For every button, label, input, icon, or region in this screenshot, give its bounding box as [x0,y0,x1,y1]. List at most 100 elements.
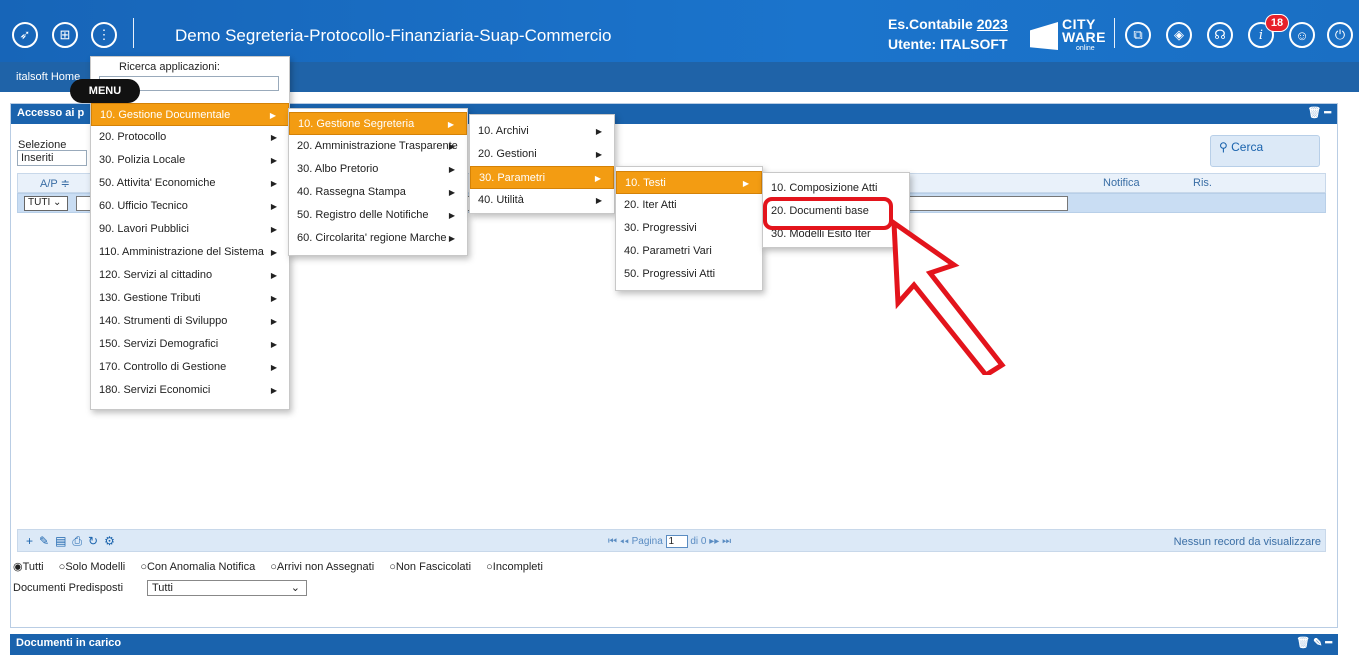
layers-icon[interactable]: ◈ [1166,22,1192,48]
menu-item-strumenti-sviluppo[interactable]: 140. Strumenti di Sviluppo ▶ [91,310,289,333]
menu-label: 10. Composizione Atti [771,182,878,194]
radio-non-fascicolati[interactable]: ○Non Fascicolati [389,561,477,573]
menu-label: 20. Amministrazione Trasparente [297,140,458,152]
submenu-parametri: 10. Testi ▶ 20. Iter Atti 30. Progressivi… [615,166,763,291]
menu-label: 30. Albo Pretorio [297,163,379,175]
print-icon[interactable]: ⎙ [72,534,88,548]
last-page-icon[interactable]: ⏭ [722,536,731,547]
caret-right-icon: ▶ [595,196,602,205]
next-page-icon[interactable]: ▸▸ [709,536,719,547]
grid-footer: +✎▤⎙↻⚙ ⏮ ◂◂ Pagina 1 di 0 ▸▸ ⏭ Nessun re… [17,529,1326,552]
menu-item-progressivi[interactable]: 30. Progressivi [616,217,762,240]
apps-grid-icon[interactable]: ⊞ [52,22,78,48]
caret-right-icon: ▶ [270,294,277,303]
add-icon[interactable]: + [26,534,39,548]
caret-right-icon: ▶ [447,120,454,129]
menu-tooltip: MENU [70,79,140,103]
menu-label: 50. Progressivi Atti [624,268,716,280]
menu-label: 60. Ufficio Tecnico [99,200,188,212]
annotation-arrow-icon [891,218,1006,375]
prev-page-icon[interactable]: ◂◂ [620,536,629,547]
caret-right-icon: ▶ [270,225,277,234]
rocket-icon[interactable]: ➶ [12,22,38,48]
radio-solo-modelli[interactable]: ○Solo Modelli [59,561,132,573]
menu-item-amministrazione-sistema[interactable]: 110. Amministrazione del Sistema ▶ [91,241,289,264]
user-icon[interactable]: ☺ [1289,22,1315,48]
menu-item-progressivi-atti[interactable]: 50. Progressivi Atti [616,263,762,286]
menu-item-testi[interactable]: 10. Testi ▶ [616,171,762,194]
menu-label: 150. Servizi Demografici [99,338,219,350]
menu-item-protocollo[interactable]: 20. Protocollo ▶ [91,126,289,149]
menu-item-utilita[interactable]: 40. Utilità ▶ [470,189,614,212]
panel-title-text: Accesso ai p [17,107,85,119]
selezione-field[interactable]: Inseriti [17,150,87,166]
windows-icon[interactable]: ⧉ [1125,22,1151,48]
menu-item-controllo-gestione[interactable]: 170. Controllo di Gestione ▶ [91,356,289,379]
menu-item-gestione-documentale[interactable]: 10. Gestione Documentale ▶ [91,103,289,126]
menu-item-servizi-cittadino[interactable]: 120. Servizi al cittadino ▶ [91,264,289,287]
logo-flag-icon [1030,22,1058,50]
menu-item-registro-notifiche[interactable]: 50. Registro delle Notifiche ▶ [289,204,467,227]
menu-item-attivita-economiche[interactable]: 50. Attivita' Economiche ▶ [91,172,289,195]
caret-right-icon: ▶ [448,188,455,197]
radio-label: Con Anomalia Notifica [146,561,256,573]
panel-tools[interactable]: 🗑 ━ [1307,106,1331,119]
exercise-year[interactable]: 2023 [977,16,1008,32]
menu-item-amministrazione-trasparente[interactable]: 20. Amministrazione Trasparente ▶ [289,135,467,158]
menu-item-iter-atti[interactable]: 20. Iter Atti [616,194,762,217]
menu-item-lavori-pubblici[interactable]: 90. Lavori Pubblici ▶ [91,218,289,241]
search-icon: ⚲ [1219,140,1228,154]
headset-icon[interactable]: ☊ [1207,22,1233,48]
menu-label: 20. Protocollo [99,131,167,143]
exercise-info[interactable]: Es.Contabile 2023 Utente: ITALSOFT [888,14,1008,54]
radio-arrivi[interactable]: ○Arrivi non Assegnati [270,561,380,573]
caret-right-icon: ▶ [270,363,277,372]
menu-label: 30. Progressivi [624,222,697,234]
more-vertical-icon[interactable]: ⋮ [91,22,117,48]
edit-icon[interactable]: ✎ [39,534,55,548]
panel2-tools[interactable]: 🗑 ✎ ━ [1296,636,1332,649]
menu-item-gestione-segreteria[interactable]: 10. Gestione Segreteria ▶ [289,112,467,135]
menu-item-polizia-locale[interactable]: 30. Polizia Locale ▶ [91,149,289,172]
submenu-gestione-documentale: 10. Gestione Segreteria ▶ 20. Amministraz… [288,108,468,256]
refresh-icon[interactable]: ↻ [88,534,104,548]
panel2-title: Documenti in carico 🗑 ✎ ━ [10,634,1338,654]
menu-label: 140. Strumenti di Sviluppo [99,315,228,327]
col-ris[interactable]: Ris. [1193,177,1212,189]
menu-label: 10. Gestione Segreteria [298,118,415,130]
radio-incompleti[interactable]: ○Incompleti [486,561,549,573]
export-icon[interactable]: ▤ [55,534,72,548]
col-ap[interactable]: A/P ≑ [40,177,70,190]
menu-item-rassegna-stampa[interactable]: 40. Rassegna Stampa ▶ [289,181,467,204]
ap-filter-select[interactable]: TUTI ⌄ [24,196,68,211]
grid-toolbar[interactable]: +✎▤⎙↻⚙ [26,534,121,549]
col-notifica[interactable]: Notifica [1103,177,1140,189]
menu-item-gestioni[interactable]: 20. Gestioni ▶ [470,143,614,166]
first-page-icon[interactable]: ⏮ [608,536,617,547]
menu-label: 120. Servizi al cittadino [99,269,213,281]
power-icon[interactable]: ⏻ [1327,22,1353,48]
radio-label: Arrivi non Assegnati [276,561,375,573]
home-link[interactable]: italsoft Home [16,71,80,83]
cityware-logo: CITY WARE online [1030,16,1110,52]
menu-item-gestione-tributi[interactable]: 130. Gestione Tributi ▶ [91,287,289,310]
caret-right-icon: ▶ [270,179,277,188]
search-button[interactable]: ⚲ Cerca [1219,140,1263,154]
menu-item-archivi[interactable]: 10. Archivi ▶ [470,120,614,143]
menu-item-circolarita[interactable]: 60. Circolarita' regione Marche ▶ [289,227,467,250]
doc-predisposti-select[interactable]: Tutti ⌄ [147,580,307,596]
menu-item-servizi-economici[interactable]: 180. Servizi Economici ▶ [91,379,289,402]
logo-subtext: online [1076,45,1095,52]
top-header: ➶ ⊞ ⋮ Demo Segreteria-Protocollo-Finanzi… [0,0,1359,62]
menu-item-albo-pretorio[interactable]: 30. Albo Pretorio ▶ [289,158,467,181]
menu-item-parametri-vari[interactable]: 40. Parametri Vari [616,240,762,263]
settings-icon[interactable]: ⚙ [104,534,121,548]
menu-label: 170. Controllo di Gestione [99,361,227,373]
menu-item-ufficio-tecnico[interactable]: 60. Ufficio Tecnico ▶ [91,195,289,218]
menu-item-servizi-demografici[interactable]: 150. Servizi Demografici ▶ [91,333,289,356]
caret-right-icon: ▶ [742,179,749,188]
radio-anomalia[interactable]: ○Con Anomalia Notifica [140,561,261,573]
page-input[interactable]: 1 [665,535,688,548]
radio-tutti[interactable]: ◉Tutti [13,561,50,573]
menu-item-parametri[interactable]: 30. Parametri ▶ [470,166,614,189]
